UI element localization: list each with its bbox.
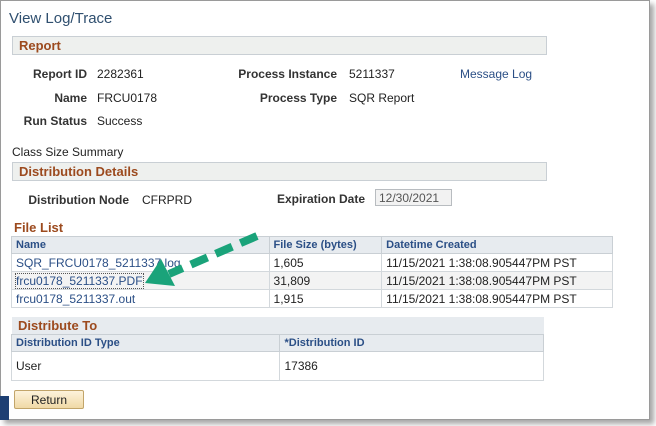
datetime-created-cell: 11/15/2021 1:38:08.905447PM PST — [381, 253, 613, 272]
column-header-distribution-id-type: Distribution ID Type — [10, 334, 281, 352]
file-size-cell: 31,809 — [268, 271, 383, 290]
datetime-created-cell: 11/15/2021 1:38:08.905447PM PST — [381, 289, 613, 308]
page-title: View Log/Trace — [9, 10, 113, 27]
corner-mark — [0, 396, 9, 420]
name-label: Name — [54, 91, 87, 105]
annotation-arrow-icon — [145, 232, 259, 286]
process-type-value: SQR Report — [349, 91, 415, 105]
report-id-value: 2282361 — [97, 67, 144, 81]
message-log-link[interactable]: Message Log — [460, 67, 532, 81]
file-size-cell: 1,605 — [268, 253, 383, 272]
run-status-value: Success — [97, 114, 143, 128]
table-row: SQR_FRCU0178_5211337.log 1,605 11/15/202… — [11, 253, 613, 272]
distribution-id-cell: 17386 — [279, 351, 544, 381]
file-list-title: File List — [14, 220, 64, 235]
datetime-created-cell: 11/15/2021 1:38:08.905447PM PST — [381, 271, 613, 290]
report-id-label: Report ID — [33, 67, 87, 81]
file-link-pdf[interactable]: frcu0178_5211337.PDF — [15, 272, 144, 289]
file-list-header-row: Name File Size (bytes) Datetime Created — [11, 236, 613, 254]
report-section-header: Report — [12, 36, 547, 55]
file-list-grid: Name File Size (bytes) Datetime Created … — [11, 236, 613, 308]
run-status-label: Run Status — [23, 114, 87, 128]
distribution-node-value: CFRPRD — [142, 193, 192, 207]
process-instance-value: 5211337 — [349, 67, 395, 81]
expiration-date-label: Expiration Date — [276, 192, 365, 206]
process-instance-label: Process Instance — [238, 67, 337, 81]
table-row: frcu0178_5211337.out 1,915 11/15/2021 1:… — [11, 289, 613, 308]
view-log-trace-window: View Log/Trace Report Report ID 2282361 … — [0, 0, 650, 420]
return-button[interactable]: Return — [14, 390, 84, 409]
report-description: Class Size Summary — [12, 145, 124, 159]
distribution-details-header: Distribution Details — [12, 162, 547, 181]
distribution-id-type-cell: User — [10, 351, 281, 381]
file-link-out[interactable]: frcu0178_5211337.out — [16, 292, 135, 306]
distribution-node-label: Distribution Node — [28, 193, 129, 207]
column-header-datetime-created: Datetime Created — [381, 236, 613, 254]
column-header-file-size: File Size (bytes) — [268, 236, 383, 254]
table-row: User 17386 — [10, 351, 544, 381]
file-size-cell: 1,915 — [268, 289, 383, 308]
distribute-to-title: Distribute To — [12, 317, 544, 334]
table-row: frcu0178_5211337.PDF 31,809 11/15/2021 1… — [11, 271, 613, 290]
name-value: FRCU0178 — [97, 91, 158, 105]
expiration-date-field: 12/30/2021 — [375, 189, 452, 206]
process-type-label: Process Type — [259, 91, 337, 105]
column-header-distribution-id: *Distribution ID — [279, 334, 544, 352]
distribute-to-grid: Distribution ID Type *Distribution ID Us… — [10, 334, 544, 381]
distribute-to-header-row: Distribution ID Type *Distribution ID — [10, 334, 544, 352]
file-name-cell: frcu0178_5211337.out — [11, 289, 270, 308]
